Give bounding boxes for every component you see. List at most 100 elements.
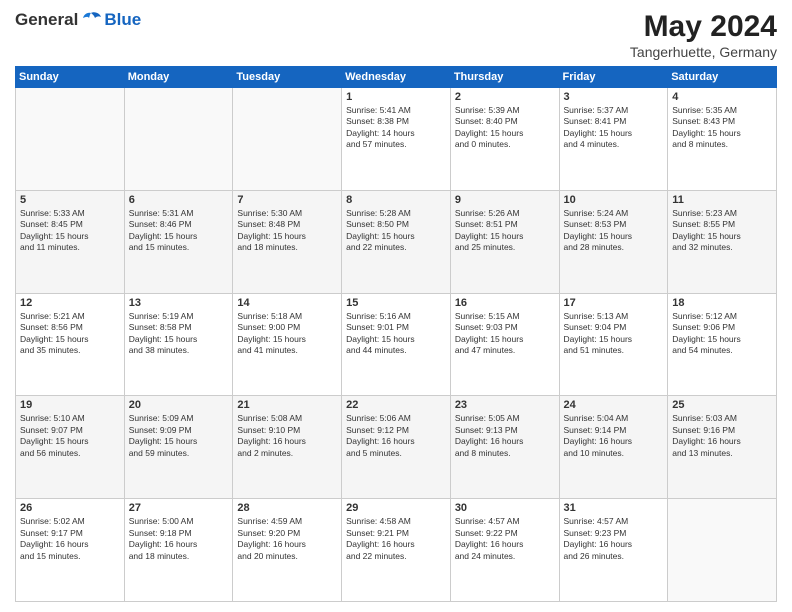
calendar-cell-2-2: 14 Sunrise: 5:18 AM Sunset: 9:00 PM Dayli… bbox=[233, 293, 342, 396]
day-info-3-5: Sunrise: 5:04 AM Sunset: 9:14 PM Dayligh… bbox=[564, 413, 664, 459]
calendar-cell-4-2: 28 Sunrise: 4:59 AM Sunset: 9:20 PM Dayli… bbox=[233, 499, 342, 602]
logo-bird-icon bbox=[80, 11, 102, 29]
calendar-cell-0-3: 1 Sunrise: 5:41 AM Sunset: 8:38 PM Daylig… bbox=[342, 88, 451, 191]
calendar-cell-3-2: 21 Sunrise: 5:08 AM Sunset: 9:10 PM Dayli… bbox=[233, 396, 342, 499]
calendar-cell-4-5: 31 Sunrise: 4:57 AM Sunset: 9:23 PM Dayli… bbox=[559, 499, 668, 602]
calendar-row-2: 12Sunrise: 5:21 AM Sunset: 8:56 PM Dayli… bbox=[16, 293, 777, 396]
day-info-2-5: Sunrise: 5:13 AM Sunset: 9:04 PM Dayligh… bbox=[564, 311, 664, 357]
day-info-4-1: Sunrise: 5:00 AM Sunset: 9:18 PM Dayligh… bbox=[129, 516, 229, 562]
calendar-cell-0-5: 3Sunrise: 5:37 AM Sunset: 8:41 PM Daylig… bbox=[559, 88, 668, 191]
day-number-15: 15 bbox=[346, 297, 446, 309]
day-info-3-0: Sunrise: 5:10 AM Sunset: 9:07 PM Dayligh… bbox=[20, 413, 120, 459]
day-number-4: 4 bbox=[672, 91, 772, 103]
calendar-cell-4-1: 27 Sunrise: 5:00 AM Sunset: 9:18 PM Dayli… bbox=[124, 499, 233, 602]
day-number-7: 7 bbox=[237, 194, 337, 206]
day-number-22: 22 bbox=[346, 399, 446, 411]
day-number-26: 26 bbox=[20, 502, 120, 514]
logo-blue: Blue bbox=[104, 10, 141, 30]
day-number-18: 18 bbox=[672, 297, 772, 309]
day-info-0-4: Sunrise: 5:39 AM Sunset: 8:40 PM Dayligh… bbox=[455, 105, 555, 151]
day-info-1-1: Sunrise: 5:31 AM Sunset: 8:46 PM Dayligh… bbox=[129, 208, 229, 254]
day-number-27: 27 bbox=[129, 502, 229, 514]
day-info-1-3: Sunrise: 5:28 AM Sunset: 8:50 PM Dayligh… bbox=[346, 208, 446, 254]
day-info-3-1: Sunrise: 5:09 AM Sunset: 9:09 PM Dayligh… bbox=[129, 413, 229, 459]
col-sunday: Sunday bbox=[16, 67, 125, 88]
day-info-1-2: Sunrise: 5:30 AM Sunset: 8:48 PM Dayligh… bbox=[237, 208, 337, 254]
calendar-row-4: 26 Sunrise: 5:02 AM Sunset: 9:17 PM Dayli… bbox=[16, 499, 777, 602]
calendar-cell-1-6: 11 Sunrise: 5:23 AM Sunset: 8:55 PM Dayli… bbox=[668, 190, 777, 293]
day-info-3-3: Sunrise: 5:06 AM Sunset: 9:12 PM Dayligh… bbox=[346, 413, 446, 459]
day-info-3-4: Sunrise: 5:05 AM Sunset: 9:13 PM Dayligh… bbox=[455, 413, 555, 459]
day-number-1: 1 bbox=[346, 91, 446, 103]
day-number-17: 17 bbox=[564, 297, 664, 309]
day-number-21: 21 bbox=[237, 399, 337, 411]
header: General Blue May 2024 Tangerhuette, Germ… bbox=[15, 10, 777, 60]
calendar-cell-0-2 bbox=[233, 88, 342, 191]
day-number-16: 16 bbox=[455, 297, 555, 309]
day-info-3-2: Sunrise: 5:08 AM Sunset: 9:10 PM Dayligh… bbox=[237, 413, 337, 459]
day-info-1-0: Sunrise: 5:33 AM Sunset: 8:45 PM Dayligh… bbox=[20, 208, 120, 254]
logo: General Blue bbox=[15, 10, 141, 30]
col-tuesday: Tuesday bbox=[233, 67, 342, 88]
col-wednesday: Wednesday bbox=[342, 67, 451, 88]
day-info-0-5: Sunrise: 5:37 AM Sunset: 8:41 PM Dayligh… bbox=[564, 105, 664, 151]
col-monday: Monday bbox=[124, 67, 233, 88]
day-info-1-6: Sunrise: 5:23 AM Sunset: 8:55 PM Dayligh… bbox=[672, 208, 772, 254]
calendar-cell-0-4: 2 Sunrise: 5:39 AM Sunset: 8:40 PM Daylig… bbox=[450, 88, 559, 191]
calendar-cell-4-0: 26 Sunrise: 5:02 AM Sunset: 9:17 PM Dayli… bbox=[16, 499, 125, 602]
day-number-31: 31 bbox=[564, 502, 664, 514]
day-info-0-3: Sunrise: 5:41 AM Sunset: 8:38 PM Dayligh… bbox=[346, 105, 446, 151]
day-number-24: 24 bbox=[564, 399, 664, 411]
calendar-cell-0-6: 4 Sunrise: 5:35 AM Sunset: 8:43 PM Daylig… bbox=[668, 88, 777, 191]
calendar-cell-2-4: 16Sunrise: 5:15 AM Sunset: 9:03 PM Dayli… bbox=[450, 293, 559, 396]
day-number-19: 19 bbox=[20, 399, 120, 411]
day-info-0-6: Sunrise: 5:35 AM Sunset: 8:43 PM Dayligh… bbox=[672, 105, 772, 151]
title-block: May 2024 Tangerhuette, Germany bbox=[630, 10, 777, 60]
day-info-4-5: Sunrise: 4:57 AM Sunset: 9:23 PM Dayligh… bbox=[564, 516, 664, 562]
day-info-1-4: Sunrise: 5:26 AM Sunset: 8:51 PM Dayligh… bbox=[455, 208, 555, 254]
day-number-5: 5 bbox=[20, 194, 120, 206]
calendar-row-1: 5 Sunrise: 5:33 AM Sunset: 8:45 PM Daylig… bbox=[16, 190, 777, 293]
day-info-1-5: Sunrise: 5:24 AM Sunset: 8:53 PM Dayligh… bbox=[564, 208, 664, 254]
day-info-2-6: Sunrise: 5:12 AM Sunset: 9:06 PM Dayligh… bbox=[672, 311, 772, 357]
day-number-12: 12 bbox=[20, 297, 120, 309]
calendar-cell-1-2: 7 Sunrise: 5:30 AM Sunset: 8:48 PM Daylig… bbox=[233, 190, 342, 293]
calendar-row-3: 19 Sunrise: 5:10 AM Sunset: 9:07 PM Dayli… bbox=[16, 396, 777, 499]
calendar-cell-0-0 bbox=[16, 88, 125, 191]
calendar-cell-4-6 bbox=[668, 499, 777, 602]
calendar-cell-1-1: 6 Sunrise: 5:31 AM Sunset: 8:46 PM Daylig… bbox=[124, 190, 233, 293]
day-number-20: 20 bbox=[129, 399, 229, 411]
calendar-cell-1-3: 8 Sunrise: 5:28 AM Sunset: 8:50 PM Daylig… bbox=[342, 190, 451, 293]
calendar-cell-3-6: 25 Sunrise: 5:03 AM Sunset: 9:16 PM Dayli… bbox=[668, 396, 777, 499]
day-info-2-3: Sunrise: 5:16 AM Sunset: 9:01 PM Dayligh… bbox=[346, 311, 446, 357]
day-number-13: 13 bbox=[129, 297, 229, 309]
calendar-header-row: Sunday Monday Tuesday Wednesday Thursday… bbox=[16, 67, 777, 88]
logo-general: General bbox=[15, 10, 78, 30]
day-number-14: 14 bbox=[237, 297, 337, 309]
calendar-cell-2-1: 13Sunrise: 5:19 AM Sunset: 8:58 PM Dayli… bbox=[124, 293, 233, 396]
calendar-cell-4-3: 29 Sunrise: 4:58 AM Sunset: 9:21 PM Dayli… bbox=[342, 499, 451, 602]
day-info-2-2: Sunrise: 5:18 AM Sunset: 9:00 PM Dayligh… bbox=[237, 311, 337, 357]
calendar-cell-0-1 bbox=[124, 88, 233, 191]
day-info-4-3: Sunrise: 4:58 AM Sunset: 9:21 PM Dayligh… bbox=[346, 516, 446, 562]
day-number-25: 25 bbox=[672, 399, 772, 411]
calendar-cell-3-1: 20 Sunrise: 5:09 AM Sunset: 9:09 PM Dayli… bbox=[124, 396, 233, 499]
page: General Blue May 2024 Tangerhuette, Germ… bbox=[0, 0, 792, 612]
day-info-4-4: Sunrise: 4:57 AM Sunset: 9:22 PM Dayligh… bbox=[455, 516, 555, 562]
day-number-8: 8 bbox=[346, 194, 446, 206]
day-number-2: 2 bbox=[455, 91, 555, 103]
location: Tangerhuette, Germany bbox=[630, 44, 777, 60]
calendar-cell-3-4: 23Sunrise: 5:05 AM Sunset: 9:13 PM Dayli… bbox=[450, 396, 559, 499]
day-number-11: 11 bbox=[672, 194, 772, 206]
calendar-cell-1-5: 10Sunrise: 5:24 AM Sunset: 8:53 PM Dayli… bbox=[559, 190, 668, 293]
day-info-4-0: Sunrise: 5:02 AM Sunset: 9:17 PM Dayligh… bbox=[20, 516, 120, 562]
day-number-28: 28 bbox=[237, 502, 337, 514]
calendar-cell-1-4: 9Sunrise: 5:26 AM Sunset: 8:51 PM Daylig… bbox=[450, 190, 559, 293]
calendar-cell-2-0: 12Sunrise: 5:21 AM Sunset: 8:56 PM Dayli… bbox=[16, 293, 125, 396]
day-info-4-2: Sunrise: 4:59 AM Sunset: 9:20 PM Dayligh… bbox=[237, 516, 337, 562]
day-info-3-6: Sunrise: 5:03 AM Sunset: 9:16 PM Dayligh… bbox=[672, 413, 772, 459]
calendar-row-0: 1 Sunrise: 5:41 AM Sunset: 8:38 PM Daylig… bbox=[16, 88, 777, 191]
day-number-29: 29 bbox=[346, 502, 446, 514]
month-year: May 2024 bbox=[630, 10, 777, 44]
day-number-6: 6 bbox=[129, 194, 229, 206]
